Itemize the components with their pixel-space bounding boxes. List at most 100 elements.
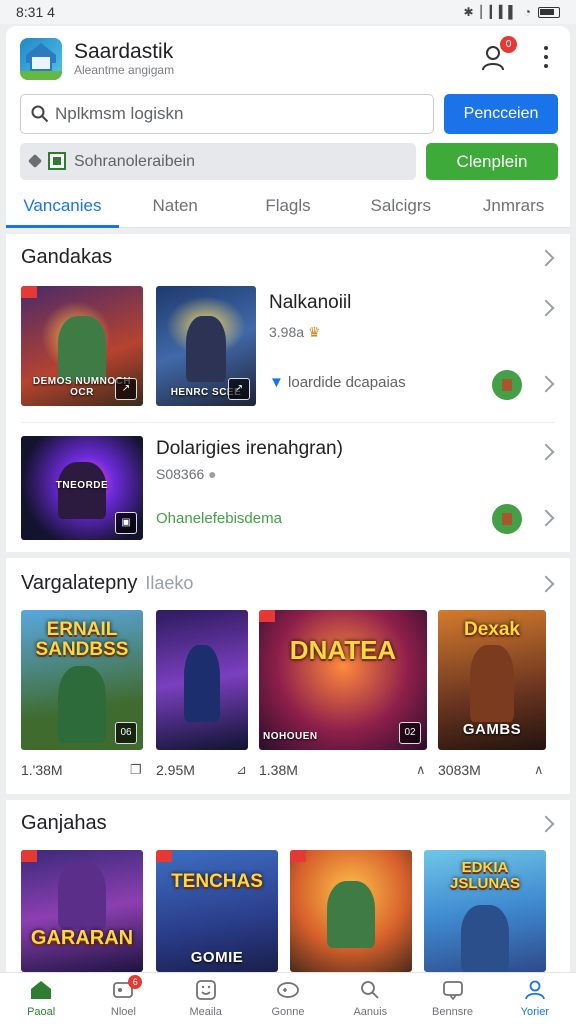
art-title: Dexak <box>464 619 520 640</box>
game-tile[interactable]: Dexak GAMBS <box>438 610 546 750</box>
download-icon[interactable]: ⊿ <box>236 762 247 778</box>
game-tile[interactable]: TENCHAS GOMIE <box>156 850 278 972</box>
app-header: Saardastik Aleantme angigam 0 Nplkmsm lo… <box>6 26 570 228</box>
game-size: 1.38M <box>259 762 298 778</box>
art-title: DNATEA <box>289 635 397 665</box>
art-corner: 06 <box>115 722 137 744</box>
nav-profile[interactable]: Yorier <box>494 973 576 1024</box>
profile-icon <box>524 980 545 1000</box>
chevron-right-icon[interactable] <box>537 575 555 593</box>
nav-media[interactable]: Meaila <box>165 973 247 1024</box>
section-title: Ganjahas <box>21 812 107 834</box>
filter-label: Sohranoleraibein <box>74 152 195 170</box>
notification-badge: 0 <box>500 36 517 53</box>
search-button[interactable]: Pencceien <box>444 94 558 134</box>
chevron-right-icon[interactable] <box>537 375 555 393</box>
game-art[interactable]: TNEORDE ▣ <box>21 436 143 540</box>
battery-icon <box>538 6 560 18</box>
art-title: EDKIA JSLUNAS <box>449 859 520 892</box>
tab-jnmrars[interactable]: Jnmrars <box>457 188 570 227</box>
nav-search[interactable]: Aanuis <box>329 973 411 1024</box>
art-corner: 02 <box>399 722 421 744</box>
section-title: Gandakas <box>21 246 113 268</box>
download-icon[interactable]: ❐ <box>130 762 142 778</box>
nav-home[interactable]: Paoal <box>0 973 82 1024</box>
item-meta: 3.98a ♛ <box>269 324 321 340</box>
tab-naten[interactable]: Naten <box>119 188 232 227</box>
section-subtitle: Ilaeko <box>145 573 194 593</box>
item-meta: S08366 ● <box>156 466 217 482</box>
bluetooth-icon: ✱ <box>463 5 474 19</box>
item-title[interactable]: Nalkanoiil <box>269 292 351 314</box>
status-bar: 8:31 4 ✱ ▏▎▍▌ ◔ <box>0 0 576 24</box>
game-size: 2.95M <box>156 762 195 778</box>
art-title: GARARAN <box>30 927 134 949</box>
nav-chat[interactable]: Bennsre <box>411 973 493 1024</box>
art-caption: GAMBS <box>462 721 522 738</box>
search-placeholder: Nplkmsm logiskn <box>55 104 184 123</box>
chevron-right-icon[interactable] <box>537 299 555 317</box>
bottom-navigation: Paoal 6 Nloel Meaila Gonne Aanuis Bennsr… <box>0 972 576 1024</box>
section-ganjahas: Ganjahas GARARAN TENCHAS GOMIE EDKIA JSL… <box>6 800 570 972</box>
chevron-right-icon[interactable] <box>537 509 555 527</box>
play-icon: ↗ <box>228 378 250 400</box>
apply-filter-button[interactable]: Clenplein <box>426 143 558 180</box>
app-subtitle: Aleantme angigam <box>74 63 175 77</box>
tab-salcigrs[interactable]: Salcigrs <box>344 188 457 227</box>
tab-vancanies[interactable]: Vancanies <box>6 188 119 228</box>
chevron-right-icon[interactable] <box>537 815 555 833</box>
filter-field[interactable]: Sohranoleraibein <box>20 143 416 180</box>
game-tile[interactable] <box>156 610 248 750</box>
game-tile[interactable]: GARARAN <box>21 850 143 972</box>
sheet-icon <box>48 152 66 170</box>
section-featured: Gandakas DEMOS NUMNOCH OCR ↗ HENRC SCEE … <box>6 234 570 552</box>
shield-icon: ▼ <box>269 374 284 391</box>
app-title: Saardastik <box>74 40 174 63</box>
game-size: 1.'38M <box>21 762 63 778</box>
download-icon[interactable]: ∧ <box>416 762 426 778</box>
game-tile[interactable] <box>290 850 412 972</box>
status-icons: ✱ ▏▎▍▌ ◔ <box>463 5 560 19</box>
tab-flagls[interactable]: Flagls <box>232 188 345 227</box>
chat-icon <box>442 981 463 1000</box>
info-icon: ● <box>208 466 217 482</box>
signal-icon: ▏▎▍▌ <box>480 5 517 19</box>
download-icon[interactable]: ∧ <box>534 762 544 778</box>
game-tile[interactable]: ERNAIL SANDBSS 06 <box>21 610 143 750</box>
trophy-icon: ♛ <box>307 324 321 340</box>
item-link[interactable]: Ohanelefebisdema <box>156 510 282 527</box>
play-icon: ▣ <box>115 512 137 534</box>
tag-icon <box>27 153 43 169</box>
art-caption: TNEORDE <box>55 480 109 491</box>
search-icon <box>31 105 49 123</box>
more-options-icon[interactable] <box>538 44 554 70</box>
nav-badge: 6 <box>128 975 143 989</box>
tab-bar: Vancanies Naten Flagls Salcigrs Jnmrars <box>6 188 570 228</box>
art-caption: GOMIE <box>190 949 244 966</box>
smile-icon <box>195 980 216 1000</box>
section-vargalatepny: Vargalatepny Ilaeko ERNAIL SANDBSS 06 DNA… <box>6 558 570 794</box>
wifi-icon: ◔ <box>523 5 531 19</box>
status-time: 8:31 4 <box>16 4 55 20</box>
chevron-right-icon[interactable] <box>537 249 555 267</box>
game-tile[interactable]: DNATEA NOHOUEN 02 <box>259 610 427 750</box>
search-input[interactable]: Nplkmsm logiskn <box>20 94 434 134</box>
home-icon <box>31 981 52 999</box>
item-title[interactable]: Dolarigies irenahgran) <box>156 438 343 460</box>
section-title: Vargalatepny Ilaeko <box>21 572 194 594</box>
app-logo-icon <box>20 38 62 80</box>
item-link[interactable]: ▼ loardide dcapaias <box>269 374 406 391</box>
controller-icon <box>277 982 299 998</box>
chevron-right-icon[interactable] <box>537 443 555 461</box>
badge-icon <box>492 504 522 534</box>
search-icon <box>361 981 379 999</box>
art-title: ERNAIL SANDBSS <box>35 619 129 660</box>
game-art[interactable]: DEMOS NUMNOCH OCR ↗ <box>21 286 143 406</box>
game-size: 3083M <box>438 762 481 778</box>
art-title: TENCHAS <box>171 871 263 892</box>
nav-games[interactable]: 6 Nloel <box>82 973 164 1024</box>
nav-game[interactable]: Gonne <box>247 973 329 1024</box>
play-icon: ↗ <box>115 378 137 400</box>
game-tile[interactable]: EDKIA JSLUNAS <box>424 850 546 972</box>
game-art[interactable]: HENRC SCEE ↗ <box>156 286 256 406</box>
